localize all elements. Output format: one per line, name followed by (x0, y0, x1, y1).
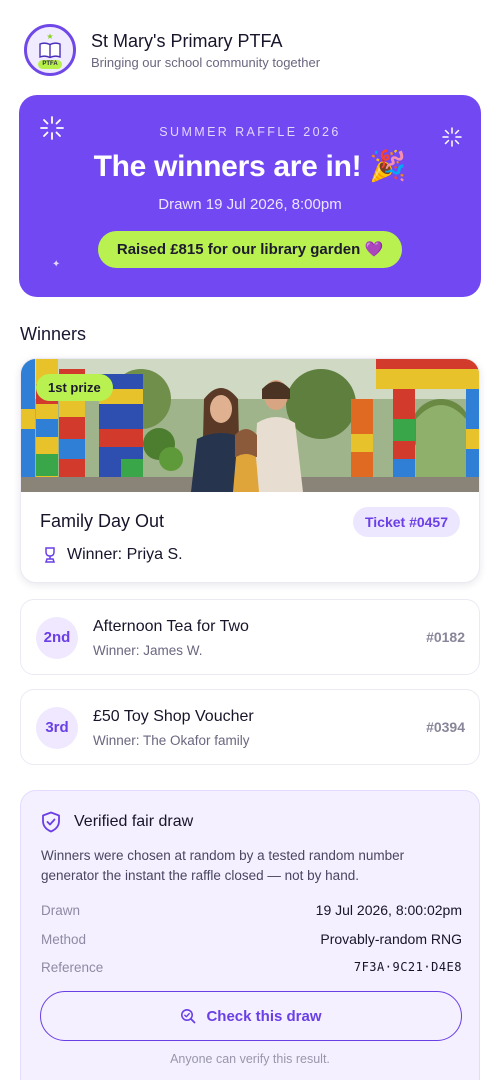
search-check-icon (181, 1009, 196, 1024)
first-prize-badge: 1st prize (36, 374, 113, 401)
prize-title: Afternoon Tea for Two (93, 618, 249, 635)
meta-label: Reference (41, 959, 104, 975)
star-icon: ★ (46, 31, 54, 41)
first-prize-card[interactable]: 1st prize Family Day Out Ticket #0457 Wi… (20, 358, 480, 583)
place-badge: 2nd (36, 617, 78, 659)
check-draw-label: Check this draw (206, 1007, 322, 1025)
ticket-number-chip: Ticket #0457 (352, 507, 460, 537)
draw-date: Drawn 19 Jul 2026, 8:00pm (158, 196, 342, 213)
amount-raised-pill: Raised £815 for our library garden 💜 (98, 231, 402, 268)
reference-code: 7F3A·9C21·D4E8 (353, 960, 462, 974)
meta-value: Provably-random RNG (320, 931, 462, 947)
prize-title: £50 Toy Shop Voucher (93, 708, 254, 725)
winner-name: Winner: James W. (93, 643, 203, 658)
shield-check-icon (42, 811, 60, 833)
verify-header: Verified fair draw (41, 811, 193, 833)
school-tagline: Bringing our school community together (91, 55, 321, 70)
prize-title: Family Day Out (40, 511, 165, 531)
logo-badge: PTFA (38, 59, 62, 69)
meta-row-reference: Reference 7F3A·9C21·D4E8 (41, 957, 462, 977)
hero-title: The winners are in! 🎉 (93, 150, 407, 183)
meta-row-drawn: Drawn 19 Jul 2026, 8:00:02pm (41, 900, 462, 920)
third-prize-row[interactable]: 3rd £50 Toy Shop Voucher Winner: The Oka… (20, 689, 480, 765)
trophy-icon (44, 547, 56, 563)
place-badge: 3rd (36, 707, 78, 749)
verified-draw-card: Verified fair draw Winners were chosen a… (20, 790, 480, 1080)
winners-heading: Winners (20, 324, 87, 344)
verify-title: Verified fair draw (74, 813, 194, 830)
winner-name: Winner: Priya S. (67, 546, 183, 563)
school-logo: ★ PTFA (24, 24, 76, 76)
meta-label: Drawn (41, 902, 81, 918)
school-name: St Mary's Primary PTFA (91, 31, 283, 51)
ticket-number: #0394 (426, 719, 465, 735)
small-sparkle-icon: ✦ (52, 259, 61, 270)
winner-line: Winner: Priya S. (43, 546, 183, 564)
results-hero-banner: ✦ SUMMER RAFFLE 2026 The winners are in!… (19, 95, 481, 297)
winner-name: Winner: The Okafor family (93, 733, 250, 748)
app-header: ★ PTFA St Mary's Primary PTFA Bringing o… (24, 24, 476, 76)
ticket-number: #0182 (426, 629, 465, 645)
meta-label: Method (41, 931, 87, 947)
meta-value: 19 Jul 2026, 8:00:02pm (315, 902, 462, 918)
meta-row-method: Method Provably-random RNG (41, 929, 462, 949)
second-prize-row[interactable]: 2nd Afternoon Tea for Two Winner: James … (20, 599, 480, 675)
book-icon (39, 41, 61, 58)
verify-footnote: Anyone can verify this result. (170, 1052, 330, 1066)
raffle-name: SUMMER RAFFLE 2026 (159, 125, 341, 139)
check-draw-button[interactable]: Check this draw (40, 991, 462, 1041)
verify-description: Winners were chosen at random by a teste… (41, 848, 405, 883)
